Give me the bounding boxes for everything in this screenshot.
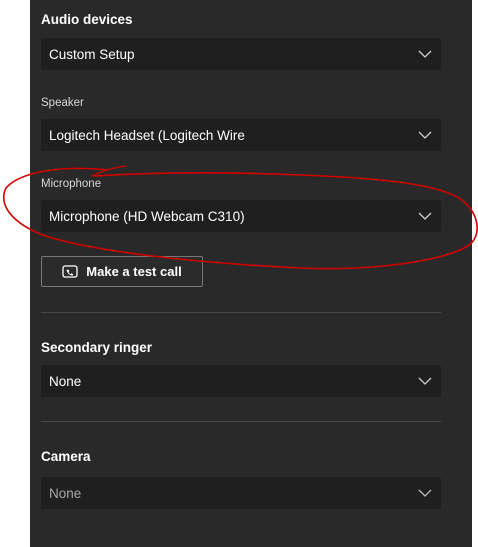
secondary-ringer-dropdown[interactable]: None: [41, 365, 441, 397]
section-divider: [41, 421, 441, 422]
test-call-icon: [62, 264, 78, 278]
make-test-call-button[interactable]: Make a test call: [41, 256, 203, 287]
secondary-ringer-heading: Secondary ringer: [41, 340, 153, 355]
chevron-down-icon: [418, 212, 432, 220]
audio-devices-heading: Audio devices: [41, 12, 133, 27]
section-divider: [41, 312, 441, 313]
chevron-down-icon: [418, 50, 432, 58]
microphone-value: Microphone (HD Webcam C310): [49, 208, 245, 224]
microphone-label: Microphone: [41, 178, 102, 190]
chevron-down-icon: [418, 131, 432, 139]
speaker-dropdown[interactable]: Logitech Headset (Logitech Wire: [41, 119, 441, 151]
chevron-down-icon: [418, 377, 432, 385]
chevron-down-icon: [418, 489, 432, 497]
speaker-value: Logitech Headset (Logitech Wire: [49, 127, 245, 143]
microphone-dropdown[interactable]: Microphone (HD Webcam C310): [41, 200, 441, 232]
camera-heading: Camera: [41, 449, 91, 464]
make-test-call-label: Make a test call: [86, 264, 182, 279]
audio-devices-value: Custom Setup: [49, 46, 135, 62]
camera-dropdown[interactable]: None: [41, 477, 441, 509]
secondary-ringer-value: None: [49, 373, 82, 389]
audio-devices-dropdown[interactable]: Custom Setup: [41, 38, 441, 70]
device-settings-panel: Audio devices Custom Setup Speaker Logit…: [30, 0, 472, 547]
speaker-label: Speaker: [41, 97, 84, 109]
camera-value: None: [49, 485, 82, 501]
